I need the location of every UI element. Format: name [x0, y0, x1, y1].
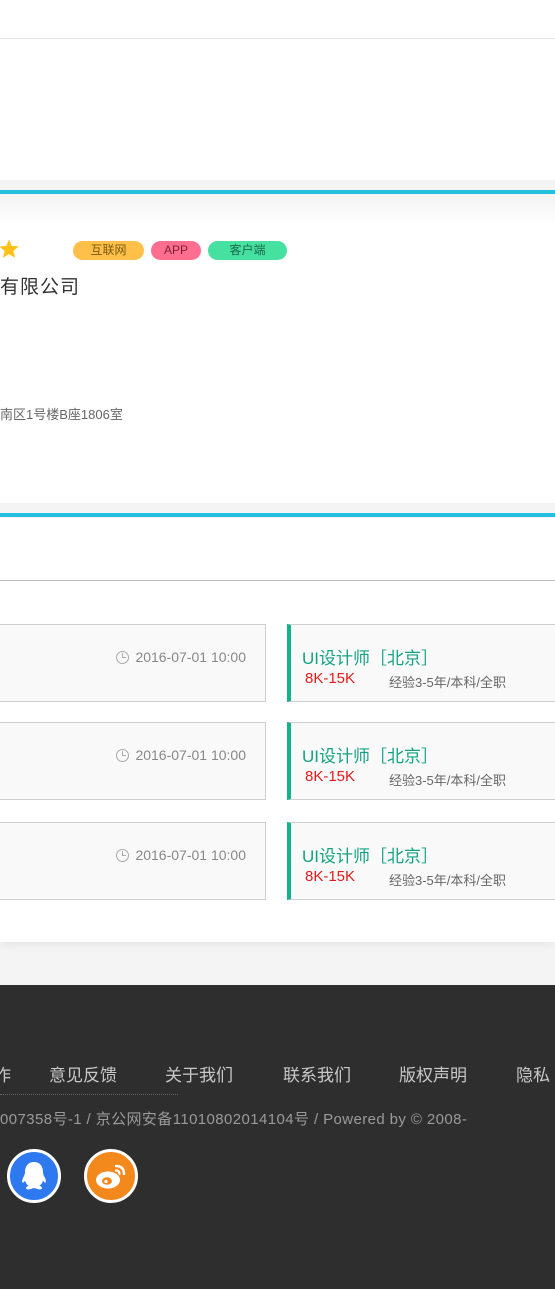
- post-time-text: 2016-07-01 10:00: [135, 847, 246, 863]
- clock-icon: [116, 748, 130, 762]
- job-card[interactable]: UI设计师［北京］ 8K-15K 经验3-5年/本科/全职: [287, 624, 555, 702]
- star-icon: [0, 239, 19, 258]
- qq-penguin-glyph: [22, 1162, 46, 1190]
- job-salary: 8K-15K: [305, 768, 356, 785]
- footer-link-copyright[interactable]: 版权声明: [399, 1061, 467, 1086]
- job-requirements: 经验3-5年/本科/全职: [389, 675, 507, 690]
- job-card[interactable]: 2016-07-01 10:00: [0, 722, 266, 800]
- weibo-icon[interactable]: [84, 1149, 138, 1203]
- footer-link-privacy[interactable]: 隐私: [516, 1061, 550, 1086]
- job-requirements: 经验3-5年/本科/全职: [389, 873, 507, 888]
- clock-icon: [116, 848, 130, 862]
- job-card[interactable]: 2016-07-01 10:00: [0, 822, 266, 900]
- job-card[interactable]: UI设计师［北京］ 8K-15K 经验3-5年/本科/全职: [287, 822, 555, 900]
- footer-link-feedback[interactable]: 意见反馈: [49, 1061, 117, 1086]
- job-salary: 8K-15K: [305, 670, 356, 687]
- job-title[interactable]: UI设计师［北京］: [302, 742, 438, 767]
- footer-link-partial[interactable]: 作: [0, 1061, 11, 1086]
- post-time-text: 2016-07-01 10:00: [135, 649, 246, 665]
- weibo-glyph: [96, 1164, 126, 1189]
- post-time: 2016-07-01 10:00: [116, 747, 246, 763]
- section-divider: [0, 580, 555, 581]
- footer: 作 意见反馈 关于我们 联系我们 版权声明 隐私 007358号-1 / 京公网…: [0, 985, 555, 1289]
- company-name: 有限公司: [0, 277, 81, 298]
- tag-app: APP: [151, 241, 201, 260]
- post-time: 2016-07-01 10:00: [116, 649, 246, 665]
- icp-license: 007358号-1 / 京公网安备11010802014104号 / Power…: [0, 1111, 468, 1128]
- qq-icon[interactable]: [7, 1149, 61, 1203]
- post-time: 2016-07-01 10:00: [116, 847, 246, 863]
- job-title[interactable]: UI设计师［北京］: [302, 842, 438, 867]
- section-accent-bar: [0, 190, 555, 194]
- footer-dotted-divider: [0, 1094, 178, 1095]
- section-accent-bar: [0, 513, 555, 517]
- clock-icon: [116, 650, 130, 664]
- footer-link-about[interactable]: 关于我们: [165, 1061, 233, 1086]
- top-panel: [0, 0, 555, 180]
- job-card[interactable]: 2016-07-01 10:00: [0, 624, 266, 702]
- footer-link-contact[interactable]: 联系我们: [283, 1061, 351, 1086]
- company-address: 南区1号楼B座1806室: [0, 407, 123, 422]
- job-requirements: 经验3-5年/本科/全职: [389, 773, 507, 788]
- tag-client: 客户端: [208, 241, 287, 260]
- job-title[interactable]: UI设计师［北京］: [302, 644, 438, 669]
- card-header-shade: [0, 195, 555, 225]
- job-salary: 8K-15K: [305, 868, 356, 885]
- divider: [0, 38, 555, 39]
- job-card[interactable]: UI设计师［北京］ 8K-15K 经验3-5年/本科/全职: [287, 722, 555, 800]
- post-time-text: 2016-07-01 10:00: [135, 747, 246, 763]
- jobs-panel: 2016-07-01 10:00 2016-07-01 10:00 2016-0…: [0, 518, 555, 942]
- tag-internet: 互联网: [73, 241, 144, 260]
